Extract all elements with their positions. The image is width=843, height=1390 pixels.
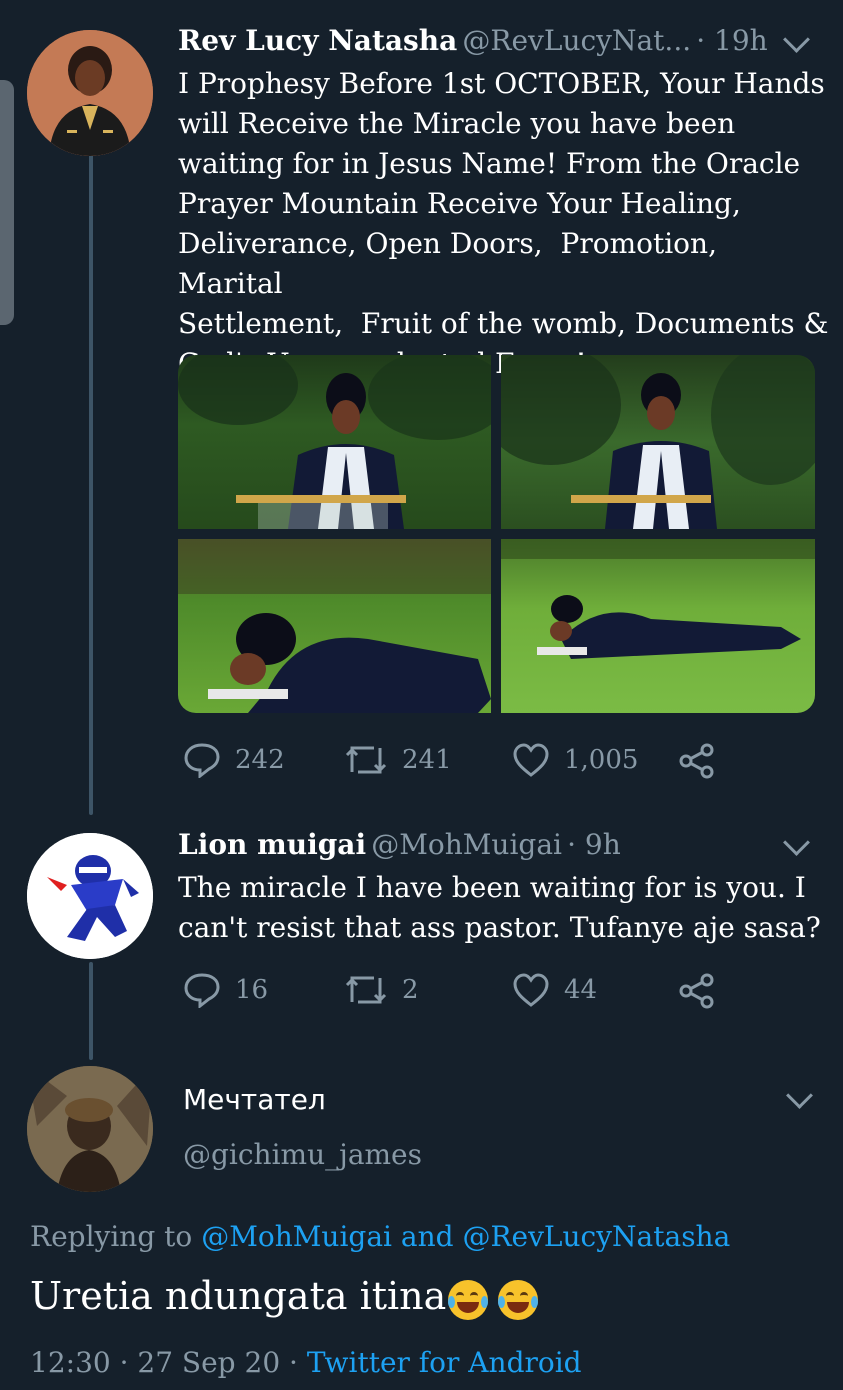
reply-count: 16 <box>235 975 269 1005</box>
author-name[interactable]: Rev Lucy Natasha <box>178 24 457 57</box>
chevron-down-icon[interactable] <box>783 829 810 856</box>
photo-preacher-at-podium <box>178 355 508 529</box>
avatar-image <box>27 30 153 156</box>
photo-preacher-speaking <box>481 355 815 529</box>
tweet-text: The miracle I have been waiting for is y… <box>178 871 821 944</box>
author-name[interactable]: Lion muigai <box>178 828 366 861</box>
like-icon <box>513 973 549 1007</box>
tweet-time: · 19h <box>696 24 768 57</box>
client-link[interactable]: Twitter for Android <box>307 1346 582 1379</box>
reply-count: 242 <box>235 745 285 775</box>
like-count: 1,005 <box>564 745 639 775</box>
media-grid[interactable] <box>178 355 815 713</box>
media-photo[interactable] <box>501 539 815 713</box>
share-button[interactable] <box>678 972 716 1010</box>
avatar-image <box>27 1066 153 1192</box>
photo-lying-on-grass <box>501 539 815 659</box>
retweet-icon <box>345 746 387 774</box>
replying-and[interactable]: and <box>401 1220 454 1253</box>
author-name[interactable]: Мечтател <box>183 1083 326 1116</box>
reply-button[interactable]: 242 <box>183 742 285 778</box>
author-handle[interactable]: @RevLucyNat... <box>462 24 691 57</box>
chevron-down-icon[interactable] <box>783 26 810 53</box>
thread-line <box>89 150 93 815</box>
mention-link[interactable]: @RevLucyNatasha <box>462 1220 730 1253</box>
tweet-text: Uretia ndungata itina <box>30 1274 447 1318</box>
tweet-timestamp: 12:30 · 27 Sep 20 · <box>30 1346 298 1379</box>
media-photo[interactable] <box>178 355 508 529</box>
retweet-count: 241 <box>402 745 452 775</box>
mention-link[interactable]: @MohMuigai <box>201 1220 392 1253</box>
like-count: 44 <box>564 975 598 1005</box>
retweet-count: 2 <box>402 975 419 1005</box>
share-icon <box>679 973 714 1009</box>
reply-icon <box>184 973 220 1008</box>
scrollbar-handle[interactable] <box>0 80 14 325</box>
reply-button[interactable]: 16 <box>183 972 268 1008</box>
author-handle[interactable]: @MohMuigai <box>371 828 562 861</box>
tweet-text: I Prophesy Before 1st OCTOBER, Your Hand… <box>178 67 829 380</box>
tears-of-joy-emoji <box>448 1279 489 1320</box>
avatar[interactable] <box>27 30 153 156</box>
reply-icon <box>184 743 220 778</box>
avatar[interactable] <box>27 833 153 959</box>
retweet-button[interactable]: 241 <box>344 742 452 778</box>
like-button[interactable]: 1,005 <box>512 742 638 778</box>
author-handle[interactable]: @gichimu_james <box>183 1138 422 1171</box>
like-button[interactable]: 44 <box>512 972 597 1008</box>
thread-line <box>89 962 93 1060</box>
retweet-button[interactable]: 2 <box>344 972 419 1008</box>
tweet-time: · 9h <box>567 828 621 861</box>
replying-to: Replying to @MohMuigai and @RevLucyNatas… <box>30 1220 730 1253</box>
avatar[interactable] <box>27 1066 153 1192</box>
replying-prefix: Replying to <box>30 1220 193 1253</box>
media-photo[interactable] <box>481 355 815 529</box>
share-button[interactable] <box>678 742 716 780</box>
retweet-icon <box>345 976 387 1004</box>
avatar-image <box>27 833 153 959</box>
photo-lying-on-grass <box>178 539 491 713</box>
tears-of-joy-emoji <box>498 1279 539 1320</box>
like-icon <box>513 743 549 777</box>
tweet-meta: 12:30 · 27 Sep 20 · Twitter for Android <box>30 1346 582 1379</box>
media-photo[interactable] <box>178 539 491 713</box>
chevron-down-icon[interactable] <box>786 1082 813 1109</box>
tweet-text-block: Uretia ndungata itina <box>30 1274 539 1320</box>
share-icon <box>679 743 714 779</box>
